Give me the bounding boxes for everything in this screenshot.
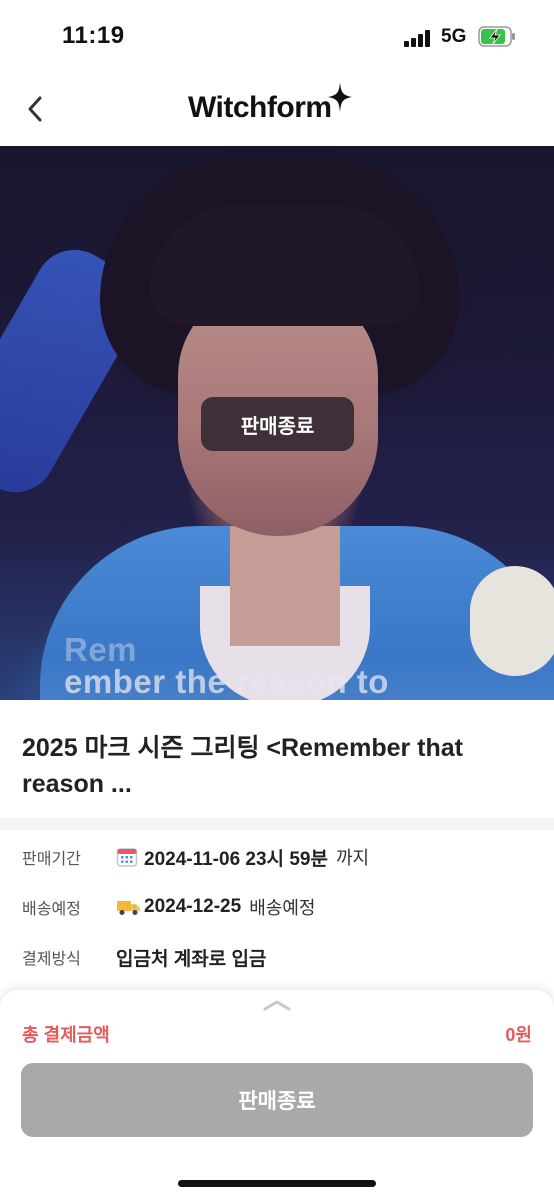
sparkle-star-icon: [327, 82, 352, 112]
sold-out-badge: 판매종료: [201, 397, 354, 451]
battery-charging-icon: [478, 26, 515, 47]
info-value: 2024-11-06 23시 59분: [144, 848, 328, 870]
product-hero-image[interactable]: Rem ember the reason to 판매종료: [0, 146, 554, 700]
delivery-truck-icon: [116, 894, 144, 920]
sold-out-button[interactable]: 판매종료: [21, 1063, 533, 1137]
info-label: 결제방식: [22, 951, 81, 968]
back-chevron-icon[interactable]: [22, 92, 52, 126]
witchform-logo[interactable]: Witchform: [188, 82, 352, 128]
info-suffix: 배송예정: [249, 898, 316, 918]
info-row-sale-period: 판매기간 2024-11-06 23시 59분 까지: [22, 842, 369, 872]
hero-plush-toy: [470, 566, 554, 676]
signal-icon: [404, 29, 434, 47]
hero-caption: Rem ember the reason to: [64, 631, 389, 700]
chevron-up-icon[interactable]: [262, 998, 292, 1012]
info-label: 배송예정: [22, 901, 81, 918]
info-row-delivery: 배송예정 2024-12-25 배송예정: [22, 892, 315, 922]
info-value: 2024-12-25: [144, 896, 242, 917]
calendar-icon: [116, 844, 144, 870]
info-value: 입금처 계좌로 입금: [116, 948, 267, 970]
total-amount-value: 0원: [505, 1025, 532, 1045]
hero-caption-line1: Rem: [64, 631, 138, 668]
home-indicator[interactable]: [178, 1180, 376, 1187]
total-amount-label: 총 결제금액: [22, 1025, 110, 1045]
network-label: 5G: [441, 26, 467, 47]
product-title: 2025 마크 시즌 그리팅 <Remember that reason ...: [22, 734, 463, 798]
status-bar: 11:19 5G: [0, 0, 554, 70]
hero-fringe: [150, 206, 420, 326]
checkout-bottom-sheet: 총 결제금액 0원 판매종료: [0, 990, 554, 1200]
info-label: 판매기간: [22, 851, 81, 868]
info-row-payment-method: 결제방식 입금처 계좌로 입금: [22, 942, 266, 972]
status-time: 11:19: [62, 22, 125, 49]
app-header: Witchform: [0, 72, 554, 146]
hero-neck: [230, 526, 340, 646]
hero-caption-line2: ember the reason to: [64, 663, 389, 700]
info-suffix: 까지: [335, 848, 370, 868]
logo-text: Witchform: [188, 91, 332, 124]
section-divider: [0, 818, 554, 830]
